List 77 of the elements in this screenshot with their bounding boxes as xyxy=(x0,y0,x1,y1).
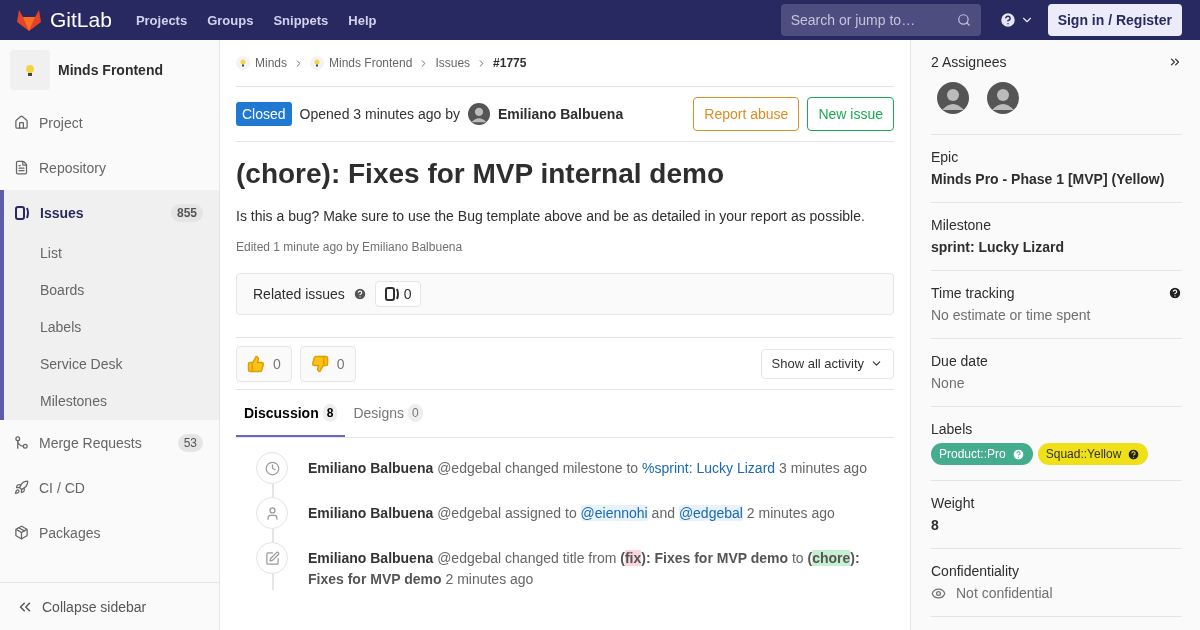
assignees-title: 2 Assignees xyxy=(931,54,1007,70)
thumbs-down-button[interactable]: 0 xyxy=(299,345,356,382)
brand-name[interactable]: GitLab xyxy=(50,8,112,32)
sidebar-block-title: Weight xyxy=(931,495,975,511)
eye-icon xyxy=(931,585,946,601)
logo-icon[interactable] xyxy=(16,8,42,32)
thumbs-up-button[interactable]: 0 xyxy=(236,345,292,382)
breadcrumb[interactable]: Minds Frontend xyxy=(310,56,413,70)
tab[interactable]: Designs 0 xyxy=(345,390,431,437)
sidebar-block-value: 8 xyxy=(931,517,940,533)
sidebar-block-title: Milestone xyxy=(931,217,991,233)
count-badge: 53 xyxy=(177,433,203,452)
new-issue-button[interactable]: New issue xyxy=(807,97,894,131)
repository-icon xyxy=(14,160,29,175)
nav-link[interactable]: Snippets xyxy=(273,12,329,28)
avatar[interactable] xyxy=(937,82,969,114)
nav-link[interactable]: Help xyxy=(348,12,377,28)
expand-icon[interactable] xyxy=(1168,55,1182,69)
search-icon xyxy=(956,13,971,27)
activity-note: Emiliano Balbuena @edgebal assigned to @eiennohi and @edgebal 2 minutes ago xyxy=(308,504,835,523)
cicd-icon xyxy=(14,480,29,495)
sidebar-block-title: Due date xyxy=(931,353,988,369)
sidebar-subitem[interactable]: Labels xyxy=(4,309,219,346)
sidebar-item[interactable]: Packages xyxy=(4,510,219,555)
sidebar-subitem[interactable]: Service Desk xyxy=(4,346,219,383)
related-count[interactable]: 0 xyxy=(374,281,421,307)
sidebar-subitem[interactable]: Boards xyxy=(4,272,219,309)
sidebar-item[interactable]: Repository xyxy=(4,145,219,190)
activity-filter[interactable]: Show all activity xyxy=(760,348,894,379)
help-icon[interactable] xyxy=(998,11,1017,29)
sidebar-subitem[interactable]: Milestones xyxy=(4,383,219,420)
sidebar-block-title: Time tracking xyxy=(931,285,1015,301)
author-name[interactable]: Emiliano Balbuena xyxy=(497,106,624,122)
avatar[interactable] xyxy=(467,103,490,125)
issue-description: Is this a bug? Make sure to use the Bug template above and be as detailed in your report as possible. xyxy=(236,208,866,224)
nav-link[interactable]: Projects xyxy=(135,12,188,28)
breadcrumb[interactable]: #1775 xyxy=(493,56,527,70)
tab[interactable]: Discussion 8 xyxy=(236,390,346,437)
opened-text: Opened 3 minutes ago by xyxy=(299,106,460,122)
issue-title: (chore): Fixes for MVP internal demo xyxy=(236,158,726,190)
count-badge: 855 xyxy=(170,203,203,222)
user-mention[interactable]: @eiennohi xyxy=(580,505,648,521)
search-field[interactable]: Search or jump to… xyxy=(780,4,981,36)
project-icon xyxy=(14,115,29,130)
breadcrumb[interactable]: Issues xyxy=(435,56,471,70)
label-tag[interactable]: Squad::Yellow xyxy=(1037,443,1149,465)
related-issues-label: Related issues xyxy=(253,286,345,302)
sidebar-block-value: Minds Pro - Phase 1 [MVP] (Yellow) xyxy=(931,171,1166,187)
sidebar-block-value: Not confidential xyxy=(956,585,1053,601)
activity-note: Emiliano Balbuena @edgebal changed title from (fix): Fixes for MVP demo to (chore): Fixes for MVP demo 2 minutes ago xyxy=(308,549,861,589)
breadcrumb[interactable]: Minds xyxy=(236,56,287,70)
avatar[interactable] xyxy=(987,82,1019,114)
sidebar-item[interactable]: CI / CD xyxy=(4,465,219,510)
sidebar-subitem[interactable]: List xyxy=(4,235,219,272)
sign-in-button[interactable]: Sign in / Register xyxy=(1047,4,1182,36)
sidebar-block-value: sprint: Lucky Lizard xyxy=(931,239,1066,255)
sidebar-item[interactable]: Merge Requests 53 xyxy=(4,420,219,465)
thumbs-up-icon xyxy=(247,354,265,373)
edited-note: Edited 1 minute ago by Emiliano Balbuena xyxy=(236,240,464,254)
status-badge: Closed xyxy=(236,102,292,126)
issues-icon xyxy=(383,286,400,302)
user-mention[interactable]: @edgebal xyxy=(678,505,743,521)
thumbs-down-icon xyxy=(310,354,329,373)
issues-icon xyxy=(14,204,30,221)
sidebar-item[interactable]: Project xyxy=(4,100,219,145)
sidebar-block-value: No estimate or time spent xyxy=(931,307,1092,323)
sidebar-block-value: None xyxy=(931,375,966,391)
sidebar-block-title: Labels xyxy=(931,421,973,437)
merge-icon xyxy=(14,435,29,450)
sidebar-block-title: Confidentiality xyxy=(931,563,1019,579)
nav-link[interactable]: Groups xyxy=(207,12,254,28)
activity-note: Emiliano Balbuena @edgebal changed milestone to %sprint: Lucky Lizard 3 minutes ago xyxy=(308,459,867,478)
milestone-link[interactable]: %sprint: Lucky Lizard xyxy=(642,460,776,476)
project-name[interactable]: Minds Frontend xyxy=(58,62,163,78)
sidebar-item[interactable]: Issues 855 xyxy=(4,190,219,235)
packages-icon xyxy=(14,525,29,540)
sidebar-block-title: Epic xyxy=(931,149,959,165)
